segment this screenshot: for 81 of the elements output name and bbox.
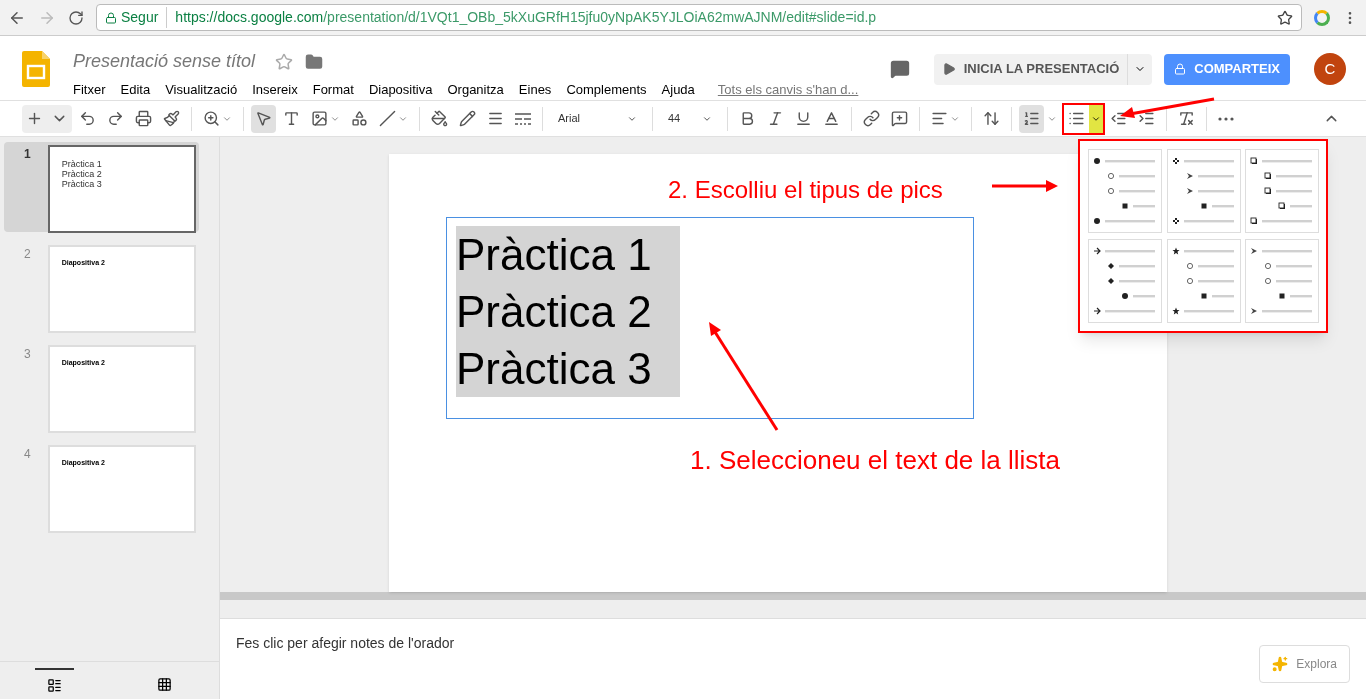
star-icon [275, 52, 294, 71]
menu-item[interactable]: Insereix [252, 80, 298, 100]
explore-button[interactable]: Explora [1259, 645, 1350, 683]
folder-icon [305, 52, 324, 71]
zoom-icon [203, 110, 220, 127]
horizontal-scrollbar[interactable] [220, 592, 1366, 600]
undo-icon [79, 110, 96, 127]
decrease-indent-icon [1110, 110, 1127, 127]
border-weight-icon [487, 110, 504, 127]
paint-format-icon [163, 110, 180, 127]
slide-thumbnail[interactable]: Pràctica 1 Pràctica 2 Pràctica 3 [47, 145, 196, 233]
menu-item[interactable]: Visualització [165, 80, 238, 100]
menu-item[interactable]: Fitxer [73, 80, 106, 100]
lock-icon [1174, 63, 1187, 75]
font-size-dropdown[interactable]: 44 [660, 110, 720, 127]
grid-icon [156, 677, 172, 692]
document-title[interactable]: Presentació sense títol [73, 48, 256, 75]
line-spacing-icon [983, 110, 1000, 127]
select-button[interactable] [251, 104, 276, 133]
border-color-icon [459, 110, 476, 127]
reload-icon [68, 9, 84, 26]
slide-text-line: Pràctica 3 [456, 343, 652, 395]
underline-icon [795, 110, 812, 127]
slide-number: 3 [24, 346, 31, 363]
bookmark-star-icon [1277, 9, 1293, 26]
text-color-icon [823, 110, 840, 127]
image-icon [311, 110, 328, 127]
comments-icon [889, 59, 910, 79]
menu-item[interactable]: Eines [518, 80, 552, 100]
new-slide-icon [26, 110, 43, 127]
speaker-notes-placeholder[interactable]: Fes clic per afegir notes de l'orador [236, 635, 455, 651]
bullet-style-option[interactable] [1245, 149, 1320, 233]
bulleted-list-icon [1068, 110, 1085, 127]
thumbnail-text: Pràctica 3 [61, 179, 103, 189]
annotation-arrow [990, 178, 1060, 194]
slide-thumbnail-row[interactable]: 1 Pràctica 1 Pràctica 2 Pràctica 3 [4, 142, 199, 232]
redo-icon [107, 110, 124, 127]
menu-item[interactable]: Organitza [447, 80, 504, 100]
numbered-list-button[interactable] [1019, 104, 1044, 133]
slide-number: 1 [24, 146, 31, 163]
lock-icon [105, 11, 117, 24]
menu-item[interactable]: Ajuda [661, 80, 695, 100]
select-icon [255, 110, 272, 127]
link-icon [863, 110, 880, 127]
play-icon [941, 62, 956, 76]
more-icon [1218, 116, 1234, 121]
secure-label: Segur [121, 7, 168, 28]
filmstrip-icon [47, 678, 63, 693]
slides-logo-icon [22, 51, 50, 87]
numbered-list-icon [1023, 110, 1040, 127]
url-text: https://docs.google.com/presentation/d/1VQt1_OBb_5kXuGRfH15jfu0yNpAK5YJLOiA62mwAJNM/edit#slide=id.p [174, 8, 877, 27]
line-icon [379, 110, 396, 127]
clear-formatting-icon [1178, 110, 1195, 127]
border-dash-icon [515, 112, 531, 125]
print-icon [135, 110, 152, 127]
menu-item[interactable]: Complements [566, 80, 647, 100]
font-dropdown[interactable]: Arial [550, 110, 645, 127]
annotation-text: 2. Escolliu el tipus de pics [668, 175, 943, 205]
slide-text-line: Pràctica 1 [456, 229, 652, 281]
menu-item[interactable]: Diapositiva [368, 80, 433, 100]
slide-text-line: Pràctica 2 [456, 286, 652, 338]
address-bar[interactable]: Segur https://docs.google.com/presentation/d/1VQt1_OBb_5kXuGRfH15jfu0yNpAK5YJLOiA62mwAJNM/edit#slide=id.p [96, 4, 1302, 31]
fill-color-icon [431, 110, 448, 127]
slide-number: 2 [24, 246, 31, 263]
thumbnail-text: Pràctica 1 [61, 159, 103, 169]
shape-icon [351, 110, 368, 127]
slide-number: 4 [24, 446, 31, 463]
menu-item[interactable]: Format [312, 80, 354, 100]
comment-icon [891, 110, 908, 127]
thumbnail-text: Pràctica 2 [61, 169, 103, 179]
save-status-link[interactable]: Tots els canvis s'han d... [717, 80, 859, 100]
increase-indent-icon [1138, 110, 1155, 127]
avatar[interactable]: C [1314, 53, 1346, 85]
italic-icon [767, 110, 784, 127]
filmstrip-view-button[interactable] [35, 668, 75, 693]
annotation-text: 1. Seleccioneu el text de la llista [690, 444, 1060, 477]
menu-item[interactable]: Edita [120, 80, 151, 100]
extension-icon [1314, 9, 1330, 26]
sparkle-icon [1272, 656, 1289, 672]
align-icon [931, 110, 948, 127]
text-box-icon [283, 110, 300, 127]
